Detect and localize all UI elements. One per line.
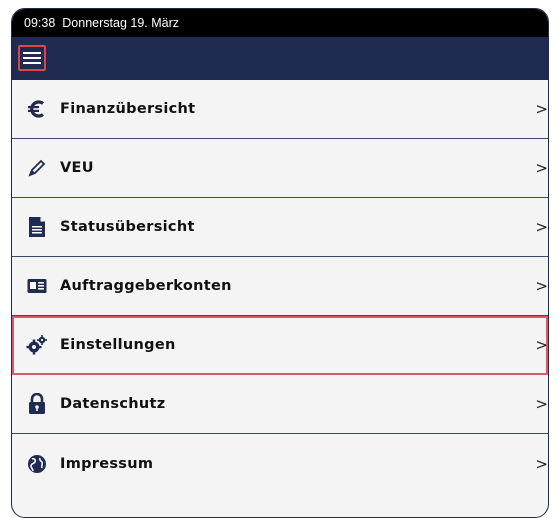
pen-icon bbox=[26, 157, 48, 179]
menu-item-statusuebersicht[interactable]: Statusübersicht > bbox=[12, 198, 548, 257]
app-frame: 09:38 Donnerstag 19. März Finanzübersich… bbox=[11, 8, 549, 518]
document-icon bbox=[26, 216, 48, 238]
nav-bar bbox=[12, 37, 548, 80]
menu-item-label: Datenschutz bbox=[60, 396, 166, 412]
menu-item-veu[interactable]: VEU > bbox=[12, 139, 548, 198]
menu-item-finanzuebersicht[interactable]: Finanzübersicht > bbox=[12, 80, 548, 139]
lock-icon bbox=[26, 393, 48, 415]
menu-item-label: Impressum bbox=[60, 455, 154, 472]
hamburger-menu-icon[interactable] bbox=[18, 45, 46, 71]
menu-item-label: Finanzübersicht bbox=[60, 101, 196, 117]
menu-item-label: VEU bbox=[60, 160, 94, 176]
euro-icon bbox=[26, 98, 48, 120]
menu-item-label: Einstellungen bbox=[60, 337, 176, 353]
globe-icon bbox=[26, 453, 48, 475]
menu-item-label: Auftraggeberkonten bbox=[60, 278, 232, 294]
menu-item-impressum[interactable]: Impressum > bbox=[12, 434, 548, 493]
chevron-right-icon: > bbox=[535, 454, 548, 473]
status-date: Donnerstag 19. März bbox=[62, 16, 180, 30]
chevron-right-icon: > bbox=[535, 277, 548, 295]
menu-item-label: Statusübersicht bbox=[60, 219, 195, 235]
menu-item-datenschutz[interactable]: Datenschutz > bbox=[12, 375, 548, 434]
chevron-right-icon: > bbox=[535, 336, 548, 354]
status-time: 09:38 bbox=[24, 16, 56, 30]
menu-item-auftraggeberkonten[interactable]: Auftraggeberkonten > bbox=[12, 257, 548, 316]
chevron-right-icon: > bbox=[535, 159, 548, 177]
id-card-icon bbox=[26, 275, 48, 297]
menu-list: Finanzübersicht > VEU > Statusübersicht … bbox=[12, 80, 548, 493]
chevron-right-icon: > bbox=[535, 218, 548, 236]
status-bar: 09:38 Donnerstag 19. März bbox=[12, 9, 548, 37]
chevron-right-icon: > bbox=[535, 100, 548, 118]
chevron-right-icon: > bbox=[535, 395, 548, 413]
gears-icon bbox=[26, 334, 48, 356]
menu-item-einstellungen[interactable]: Einstellungen > bbox=[12, 316, 548, 375]
